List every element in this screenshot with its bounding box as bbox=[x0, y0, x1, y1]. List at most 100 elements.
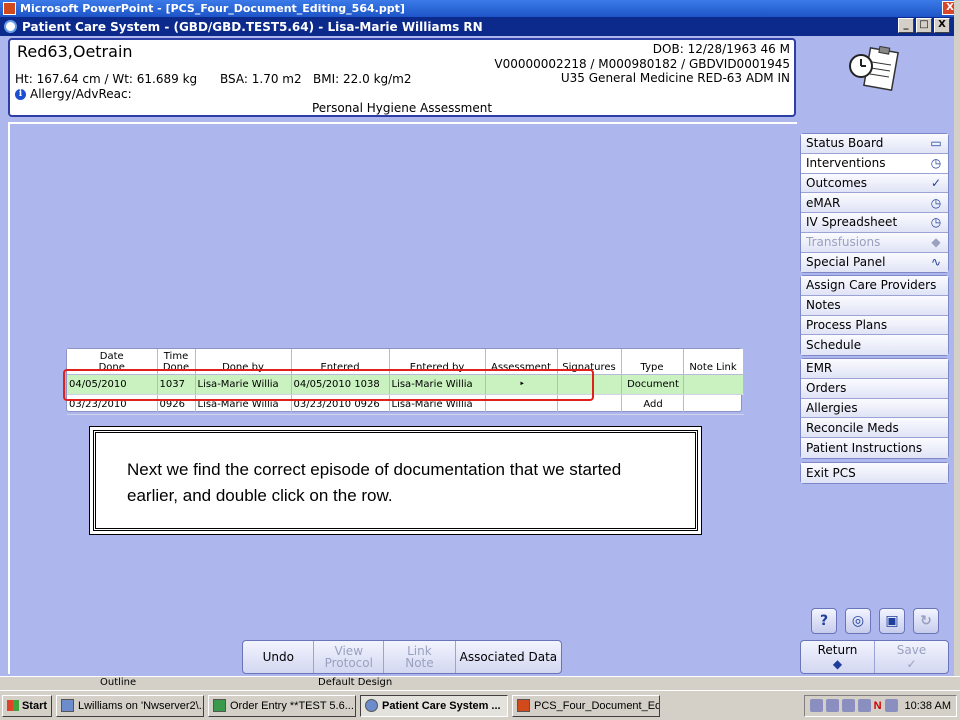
cell-type[interactable]: Add bbox=[621, 394, 684, 415]
undo-label: Undo bbox=[262, 650, 294, 664]
refresh-icon: ↻ bbox=[920, 613, 932, 629]
patient-name: Red63,Oetrain bbox=[17, 42, 133, 61]
nav-label: Notes bbox=[806, 298, 841, 313]
tray-icon[interactable] bbox=[825, 699, 839, 712]
task-label: PCS_Four_Document_Ed... bbox=[534, 699, 660, 712]
nav-label: IV Spreadsheet bbox=[806, 215, 898, 230]
windows-logo-icon bbox=[6, 700, 19, 711]
lookup-icon: ◎ bbox=[851, 613, 865, 629]
save-button[interactable]: Save ✓ bbox=[874, 641, 948, 673]
folder-icon bbox=[61, 699, 74, 712]
view-protocol-label: View Protocol bbox=[324, 644, 373, 670]
return-button[interactable]: Return ◆ bbox=[801, 641, 874, 673]
nav-patient-instructions[interactable]: Patient Instructions bbox=[801, 438, 948, 458]
col-type[interactable]: Type bbox=[621, 349, 684, 375]
nav-outcomes[interactable]: Outcomes ✓ bbox=[801, 173, 948, 194]
undo-button[interactable]: Undo bbox=[243, 641, 315, 673]
start-button[interactable]: Start bbox=[2, 694, 52, 717]
nav-label: Outcomes bbox=[806, 175, 868, 190]
nav-schedule[interactable]: Schedule bbox=[801, 335, 948, 355]
powerpoint-icon bbox=[3, 2, 16, 15]
pcs-app-icon bbox=[4, 20, 17, 33]
nav-transfusions: Transfusions ◆ bbox=[801, 232, 948, 253]
info-icon: i bbox=[15, 88, 26, 100]
task-label: Lwilliams on 'Nwserver2\... bbox=[78, 699, 204, 712]
cell-note-link[interactable] bbox=[683, 374, 744, 395]
pcs-title-bar: Patient Care System - (GBD/GBD.TEST5.64)… bbox=[0, 17, 954, 36]
nav-orders[interactable]: Orders bbox=[801, 378, 948, 399]
nav-process-plans[interactable]: Process Plans bbox=[801, 315, 948, 336]
app-icon bbox=[213, 699, 226, 712]
tray-icon[interactable] bbox=[841, 699, 855, 712]
lock-button[interactable]: ▣ bbox=[879, 608, 905, 634]
view-protocol-button[interactable]: View Protocol bbox=[314, 641, 385, 673]
cell-type[interactable]: Document bbox=[621, 374, 684, 395]
nav-emr[interactable]: EMR bbox=[801, 359, 948, 379]
task-label: Patient Care System ... bbox=[382, 699, 501, 712]
nav-emar[interactable]: eMAR ◷ bbox=[801, 193, 948, 213]
pcs-title: Patient Care System - (GBD/GBD.TEST5.64)… bbox=[22, 19, 483, 34]
minimize-button[interactable]: _ bbox=[898, 18, 914, 33]
allergy-row[interactable]: i Allergy/AdvReac: bbox=[15, 87, 132, 101]
help-button[interactable]: ? bbox=[811, 608, 837, 634]
return-label: Return bbox=[817, 643, 858, 657]
row-highlight-annotation bbox=[63, 369, 594, 401]
bottom-toolbar: Undo View Protocol Link Note Associated … bbox=[242, 640, 562, 674]
task-order-entry[interactable]: Order Entry **TEST 5.6... bbox=[208, 694, 356, 717]
nav-label: eMAR bbox=[806, 195, 841, 210]
nav-status-board[interactable]: Status Board ▭ bbox=[801, 134, 948, 154]
taskbar: Start Lwilliams on 'Nwserver2\... Order … bbox=[0, 690, 960, 720]
nav-iv-spreadsheet[interactable]: IV Spreadsheet ◷ bbox=[801, 213, 948, 233]
return-save-group: Return ◆ Save ✓ bbox=[800, 640, 949, 674]
powerpoint-icon bbox=[517, 699, 530, 712]
transfusion-icon: ◆ bbox=[931, 235, 941, 250]
cell-note-link[interactable] bbox=[683, 394, 744, 415]
tray-icon[interactable] bbox=[809, 699, 823, 712]
clipboard-clock-icon bbox=[849, 45, 899, 92]
close-button[interactable]: X bbox=[934, 18, 950, 33]
nav-label: Allergies bbox=[806, 400, 858, 415]
nav-label: Patient Instructions bbox=[806, 440, 923, 455]
task-patient-care-system[interactable]: Patient Care System ... bbox=[360, 694, 508, 717]
task-powerpoint[interactable]: PCS_Four_Document_Ed... bbox=[512, 694, 660, 717]
associated-data-button[interactable]: Associated Data bbox=[456, 641, 561, 673]
nav-label: Exit PCS bbox=[806, 465, 856, 480]
tray-icon[interactable] bbox=[884, 699, 898, 712]
nav-group-care: Assign Care Providers Notes Process Plan… bbox=[800, 275, 949, 356]
nav-group-records: EMR Orders Allergies Reconcile Meds Pati… bbox=[800, 358, 949, 459]
task-lwilliams[interactable]: Lwilliams on 'Nwserver2\... bbox=[56, 694, 204, 717]
patient-dob: DOB: 12/28/1963 46 M bbox=[652, 42, 790, 56]
nav-special-panel[interactable]: Special Panel ∿ bbox=[801, 252, 948, 273]
nav-label: Process Plans bbox=[806, 317, 888, 332]
emar-icon: ◷ bbox=[930, 195, 942, 210]
nav-assign-care-providers[interactable]: Assign Care Providers bbox=[801, 276, 948, 296]
link-note-label: Link Note bbox=[405, 644, 434, 670]
pulse-icon: ∿ bbox=[930, 255, 942, 270]
task-label: Order Entry **TEST 5.6... bbox=[230, 699, 354, 712]
interventions-icon: ◷ bbox=[930, 156, 942, 171]
associated-data-label: Associated Data bbox=[459, 650, 558, 664]
nav-group-views: Status Board ▭ Interventions ◷ Outcomes ✓ e… bbox=[800, 133, 949, 274]
outcomes-icon: ✓ bbox=[930, 175, 942, 190]
nav-notes[interactable]: Notes bbox=[801, 295, 948, 316]
nav-allergies[interactable]: Allergies bbox=[801, 398, 948, 419]
refresh-button[interactable]: ↻ bbox=[913, 608, 939, 634]
lock-icon: ▣ bbox=[885, 613, 899, 629]
clock: 10:38 AM bbox=[904, 699, 951, 712]
window-border bbox=[954, 0, 960, 700]
patient-location: U35 General Medicine RED-63 ADM IN bbox=[560, 71, 790, 85]
patient-header: Red63,Oetrain Ht: 167.64 cm / Wt: 61.689… bbox=[8, 38, 796, 117]
nav-label: Schedule bbox=[806, 338, 862, 353]
nav-interventions[interactable]: Interventions ◷ bbox=[801, 153, 948, 174]
col-note-link[interactable]: Note Link bbox=[683, 349, 744, 375]
link-note-button[interactable]: Link Note bbox=[384, 641, 456, 673]
tray-icon[interactable] bbox=[857, 699, 871, 712]
outline-tab[interactable]: Outline bbox=[100, 677, 136, 688]
nav-reconcile-meds[interactable]: Reconcile Meds bbox=[801, 418, 948, 438]
page-title: Personal Hygiene Assessment bbox=[311, 101, 493, 115]
lookup-button[interactable]: ◎ bbox=[845, 608, 871, 634]
maximize-button[interactable]: □ bbox=[916, 18, 932, 33]
nav-exit-pcs[interactable]: Exit PCS bbox=[801, 463, 948, 483]
tray-n-icon[interactable]: N bbox=[874, 700, 882, 712]
return-arrow-icon: ◆ bbox=[832, 657, 843, 671]
